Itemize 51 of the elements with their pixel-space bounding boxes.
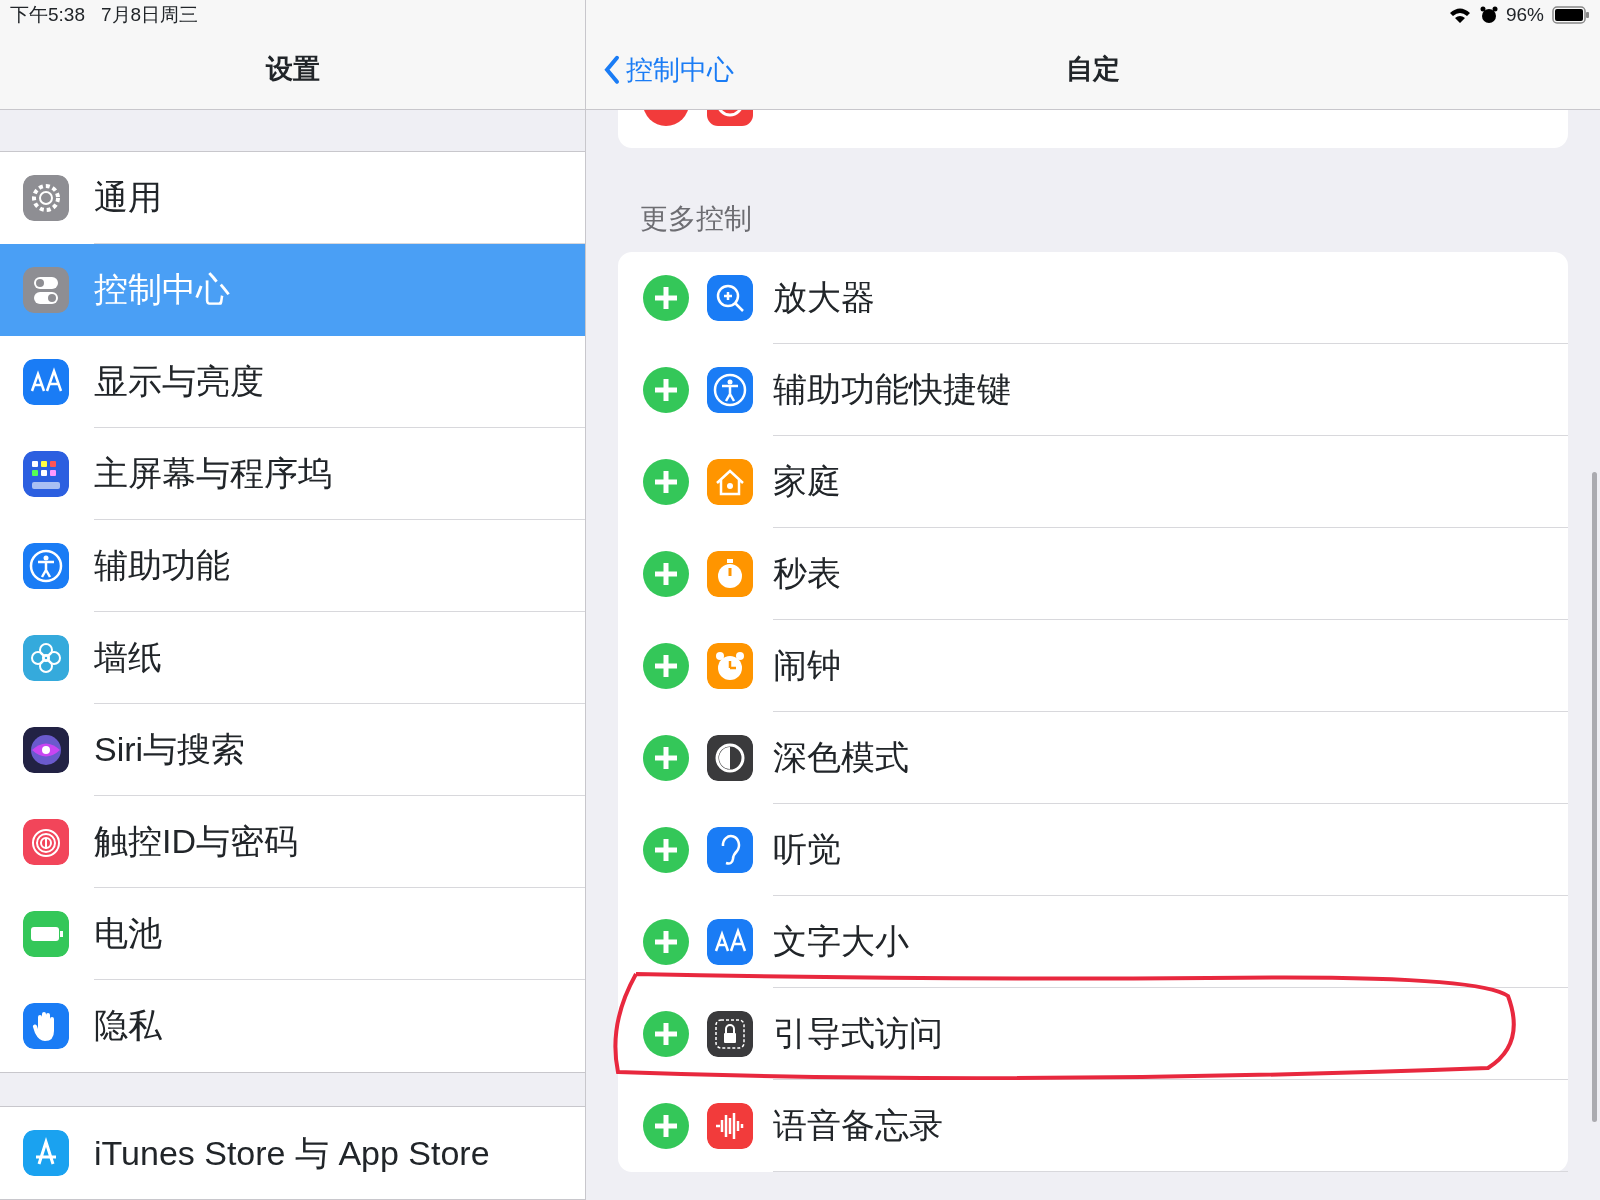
sidebar-item[interactable]: 墙纸 bbox=[0, 611, 585, 704]
sidebar-item[interactable]: 主屏幕与程序坞 bbox=[0, 427, 585, 520]
sidebar-item[interactable]: 隐私 bbox=[0, 979, 585, 1072]
add-button[interactable] bbox=[643, 643, 689, 689]
sidebar-title: 设置 bbox=[265, 53, 320, 87]
add-button[interactable] bbox=[643, 1103, 689, 1149]
control-label: 放大器 bbox=[773, 277, 875, 318]
back-chevron-icon bbox=[604, 54, 620, 85]
item-label: 辅助功能 bbox=[94, 544, 230, 586]
item-label: 隐私 bbox=[94, 1005, 162, 1047]
add-button[interactable] bbox=[643, 275, 689, 321]
control-label: 辅助功能快捷键 bbox=[773, 369, 1011, 410]
sidebar-item[interactable]: 通用 bbox=[0, 151, 585, 244]
item-label: 显示与亮度 bbox=[94, 360, 264, 402]
add-button[interactable] bbox=[643, 551, 689, 597]
back-link[interactable]: 控制中心 bbox=[604, 49, 734, 90]
sidebar-item[interactable]: Siri与搜索 bbox=[0, 703, 585, 796]
status-date: 7月8日周三 bbox=[101, 2, 199, 27]
sidebar-item[interactable]: 辅助功能 bbox=[0, 519, 585, 612]
control-label: 秒表 bbox=[773, 553, 841, 594]
battery-icon bbox=[1552, 6, 1590, 24]
control-label: 闹钟 bbox=[773, 645, 841, 686]
sidebar-item[interactable]: 触控ID与密码 bbox=[0, 795, 585, 888]
item-label: 电池 bbox=[94, 912, 162, 954]
add-button[interactable] bbox=[643, 827, 689, 873]
item-label: 主屏幕与程序坞 bbox=[94, 452, 332, 494]
remove-button[interactable] bbox=[643, 110, 689, 126]
add-button[interactable] bbox=[643, 459, 689, 505]
item-label: Siri与搜索 bbox=[94, 728, 246, 770]
item-label: 墙纸 bbox=[94, 636, 162, 678]
item-label: iTunes Store 与 App Store bbox=[94, 1132, 490, 1174]
sidebar-item[interactable]: 电池 bbox=[0, 887, 585, 980]
control-label: 文字大小 bbox=[773, 921, 909, 962]
add-button[interactable] bbox=[643, 367, 689, 413]
item-label: 控制中心 bbox=[94, 269, 230, 311]
add-button[interactable] bbox=[643, 1011, 689, 1057]
sidebar-item[interactable]: 显示与亮度 bbox=[0, 335, 585, 428]
section-header: 更多控制 bbox=[640, 203, 752, 234]
sidebar-item[interactable]: iTunes Store 与 App Store bbox=[0, 1107, 585, 1199]
add-button[interactable] bbox=[643, 735, 689, 781]
status-time: 下午5:38 bbox=[10, 2, 85, 27]
control-label: 家庭 bbox=[773, 461, 841, 502]
control-label: 深色模式 bbox=[773, 737, 909, 778]
item-label: 触控ID与密码 bbox=[94, 820, 298, 862]
control-label: 语音备忘录 bbox=[773, 1105, 943, 1146]
battery-percent: 96% bbox=[1505, 2, 1544, 27]
page-title: 自定 bbox=[1066, 53, 1120, 87]
control-label: 引导式访问 bbox=[773, 1013, 943, 1054]
control-label: 听觉 bbox=[773, 829, 841, 870]
add-button[interactable] bbox=[643, 919, 689, 965]
item-label: 通用 bbox=[94, 176, 162, 218]
